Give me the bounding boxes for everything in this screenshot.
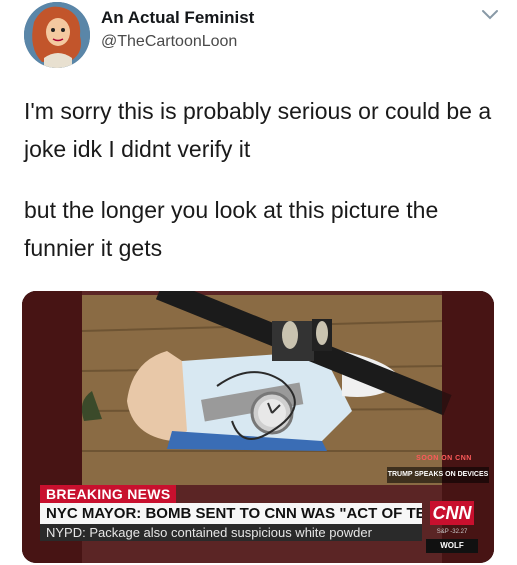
soon-on-label: SOON ON CNN [416, 455, 472, 462]
avatar[interactable] [24, 2, 90, 68]
show-name: WOLF [426, 539, 478, 553]
up-next-label: TRUMP SPEAKS ON DEVICES [387, 467, 489, 483]
stock-ticker: S&P -32.27 [436, 529, 468, 535]
tweet-text-paragraph-2: but the longer you look at this picture … [24, 197, 439, 261]
chevron-down-icon[interactable] [481, 8, 499, 22]
breaking-news-banner: BREAKING NEWS [40, 485, 177, 503]
author-handle[interactable]: @TheCartoonLoon [101, 33, 237, 51]
tweet-media-image[interactable]: SOON ON CNN TRUMP SPEAKS ON DEVICES BREA… [22, 291, 494, 563]
chyron-subline: NYPD: Package also contained suspicious … [40, 524, 422, 541]
network-logo: CNN [430, 501, 474, 525]
tweet-text-paragraph-1: I'm sorry this is probably serious or co… [24, 98, 492, 162]
chyron-headline: NYC MAYOR: BOMB SENT TO CNN WAS "ACT OF … [40, 503, 422, 524]
author-name[interactable]: An Actual Feminist [101, 8, 254, 28]
